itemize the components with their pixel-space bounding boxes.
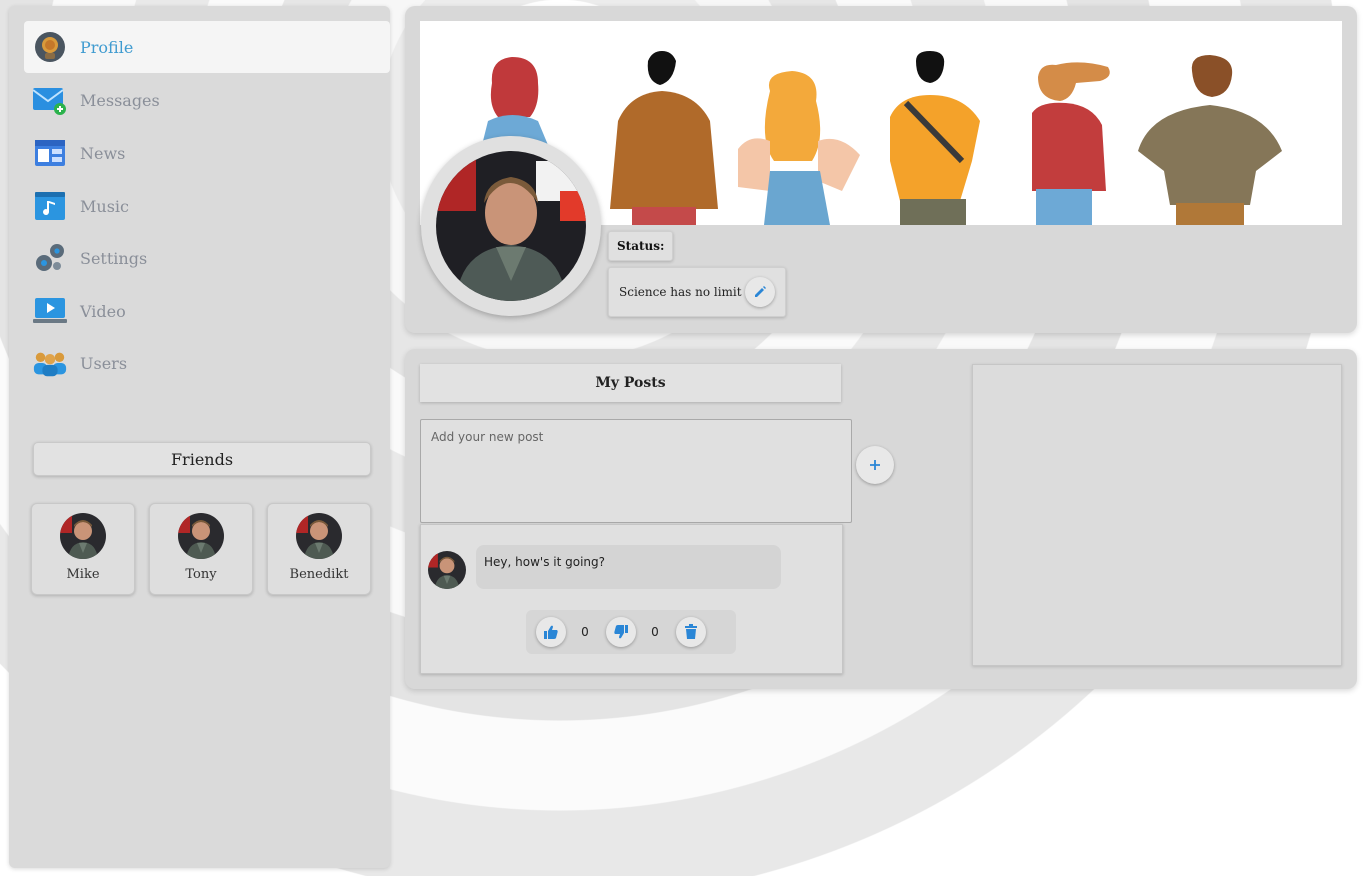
status-label: Status: bbox=[608, 231, 674, 261]
sidebar-item-users[interactable]: Users bbox=[24, 337, 390, 389]
avatar bbox=[296, 513, 342, 559]
profile-icon bbox=[32, 29, 68, 65]
add-post-button[interactable] bbox=[856, 446, 894, 484]
my-posts-title: My Posts bbox=[420, 364, 841, 402]
sidebar-item-video[interactable]: Video bbox=[24, 285, 390, 337]
video-icon bbox=[32, 293, 68, 329]
new-post-input[interactable] bbox=[420, 419, 852, 523]
music-icon bbox=[32, 188, 68, 224]
friend-name: Tony bbox=[185, 567, 217, 582]
dislike-count: 0 bbox=[651, 625, 659, 639]
sidebar-item-label: News bbox=[80, 143, 126, 163]
friend-card-tony[interactable]: Tony bbox=[149, 503, 253, 595]
post-card: Hey, how's it going? 0 0 bbox=[420, 524, 843, 674]
like-count: 0 bbox=[581, 625, 589, 639]
sidebar-item-label: Users bbox=[80, 353, 128, 373]
sidebar-item-news[interactable]: News bbox=[24, 127, 390, 179]
delete-post-button[interactable] bbox=[676, 617, 706, 647]
posts-panel: My Posts Hey, how's it going? 0 0 bbox=[405, 349, 1357, 689]
sidebar-item-settings[interactable]: Settings bbox=[24, 232, 390, 284]
post-message: Hey, how's it going? bbox=[476, 545, 781, 589]
avatar bbox=[60, 513, 106, 559]
thumbs-up-icon bbox=[544, 625, 558, 639]
friend-name: Mike bbox=[66, 567, 100, 582]
sidebar: Profile Messages News Music Settings Vid… bbox=[9, 6, 390, 868]
posts-side-panel bbox=[972, 364, 1342, 666]
users-icon bbox=[32, 345, 68, 381]
friend-card-mike[interactable]: Mike bbox=[31, 503, 135, 595]
status-box: Science has no limit bbox=[608, 267, 786, 317]
edit-status-button[interactable] bbox=[745, 277, 775, 307]
sidebar-item-label: Profile bbox=[80, 37, 134, 57]
post-actions: 0 0 bbox=[526, 610, 736, 654]
profile-avatar[interactable] bbox=[421, 136, 601, 316]
sidebar-item-profile[interactable]: Profile bbox=[24, 21, 390, 73]
messages-icon bbox=[32, 82, 68, 118]
thumbs-down-icon bbox=[614, 625, 628, 639]
like-button[interactable] bbox=[536, 617, 566, 647]
sidebar-item-label: Settings bbox=[80, 248, 148, 268]
news-icon bbox=[32, 135, 68, 171]
trash-icon bbox=[685, 624, 697, 639]
sidebar-item-label: Messages bbox=[80, 90, 160, 110]
dislike-button[interactable] bbox=[606, 617, 636, 647]
friends-title: Friends bbox=[33, 442, 371, 476]
status-text: Science has no limit bbox=[619, 285, 742, 299]
pencil-icon bbox=[755, 286, 766, 297]
sidebar-item-label: Music bbox=[80, 196, 129, 216]
sidebar-item-label: Video bbox=[80, 301, 126, 321]
sidebar-item-messages[interactable]: Messages bbox=[24, 74, 390, 126]
profile-panel: Status: Science has no limit bbox=[405, 6, 1357, 333]
avatar bbox=[428, 551, 466, 589]
friend-card-benedikt[interactable]: Benedikt bbox=[267, 503, 371, 595]
avatar bbox=[178, 513, 224, 559]
plus-icon bbox=[870, 460, 880, 470]
settings-icon bbox=[32, 240, 68, 276]
friend-name: Benedikt bbox=[289, 567, 349, 582]
sidebar-item-music[interactable]: Music bbox=[24, 180, 390, 232]
